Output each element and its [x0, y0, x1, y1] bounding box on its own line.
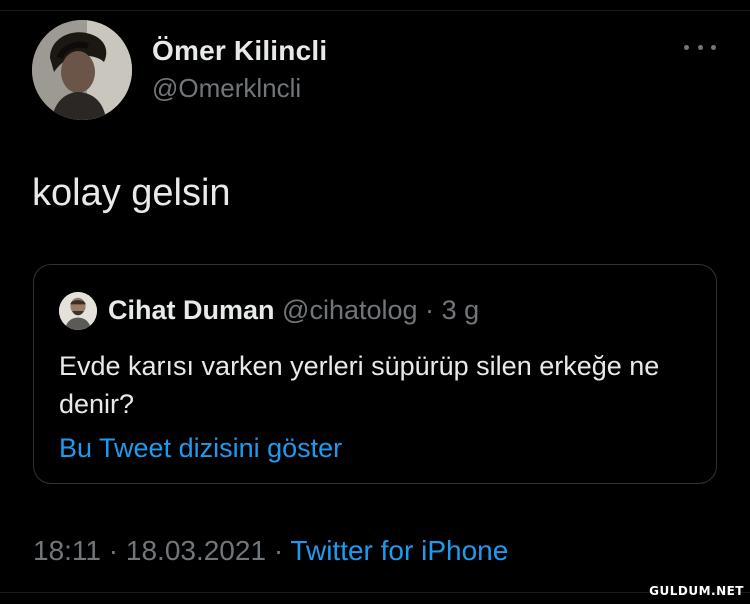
bottom-divider	[0, 592, 750, 593]
meta-separator: ·	[108, 535, 119, 566]
watermark: GULDUM.NET	[649, 584, 744, 598]
quoted-tweet-card[interactable]: Cihat Duman @cihatolog · 3 g Evde karısı…	[33, 264, 717, 484]
quoted-separator: ·	[425, 295, 435, 325]
more-horizontal-icon[interactable]	[684, 40, 716, 54]
top-divider	[0, 10, 750, 11]
quoted-avatar-image	[59, 292, 97, 330]
tweet-meta: 18:11 · 18.03.2021 · Twitter for iPhone	[33, 535, 508, 567]
more-dot	[684, 44, 689, 50]
tweet-time[interactable]: 18:11	[33, 535, 101, 566]
author-display-name[interactable]: Ömer Kilincli	[152, 35, 327, 67]
tweet-date[interactable]: 18.03.2021	[126, 535, 266, 566]
more-dot	[711, 44, 716, 50]
author-avatar-image	[32, 20, 132, 120]
tweet-source-link[interactable]: Twitter for iPhone	[290, 535, 508, 566]
more-dot	[697, 44, 703, 50]
meta-separator: ·	[273, 535, 284, 566]
quoted-text: Evde karısı varken yerleri süpürüp silen…	[59, 351, 660, 419]
show-thread-link[interactable]: Bu Tweet dizisini göster	[59, 433, 342, 464]
quoted-handle[interactable]: @cihatolog	[282, 295, 418, 325]
tweet-text: kolay gelsin	[32, 172, 231, 214]
quoted-time[interactable]: 3 g	[442, 295, 480, 325]
quoted-header: Cihat Duman @cihatolog · 3 g	[108, 295, 479, 326]
quoted-display-name[interactable]: Cihat Duman	[108, 295, 275, 325]
author-avatar[interactable]	[32, 20, 132, 120]
author-handle[interactable]: @Omerklncli	[152, 73, 301, 104]
quoted-author-avatar[interactable]	[59, 292, 97, 330]
